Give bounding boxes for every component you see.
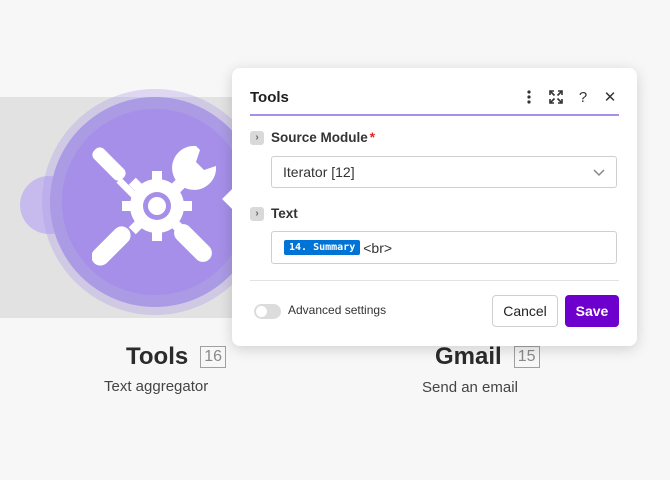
- wrench-screwdriver-gear-icon: [92, 145, 217, 266]
- gmail-module-subtitle: Send an email: [422, 379, 518, 396]
- field-expand-icon[interactable]: ›: [250, 206, 264, 221]
- tools-module-title: Tools 16: [126, 343, 227, 371]
- divider: [250, 280, 619, 281]
- more-vertical-icon[interactable]: [520, 88, 538, 106]
- text-label-text: Text: [271, 206, 298, 221]
- close-icon[interactable]: ✕: [601, 88, 619, 106]
- module-number-badge: 16: [200, 346, 227, 368]
- text-input[interactable]: 14. Summary <br>: [271, 231, 617, 264]
- cancel-button[interactable]: Cancel: [492, 295, 558, 327]
- dialog-title: Tools: [250, 88, 289, 106]
- advanced-settings-label: Advanced settings: [288, 303, 387, 317]
- help-icon[interactable]: ?: [574, 88, 592, 106]
- expand-icon[interactable]: [547, 88, 565, 106]
- module-name: Tools: [126, 343, 189, 370]
- required-marker: *: [369, 130, 376, 145]
- tools-module-subtitle: Text aggregator: [104, 378, 209, 395]
- toggle-knob: [256, 306, 267, 317]
- chevron-down-icon: [593, 169, 605, 177]
- gmail-module-title: Gmail 15: [435, 343, 540, 371]
- advanced-settings-toggle[interactable]: [254, 304, 281, 319]
- field-expand-icon[interactable]: ›: [250, 130, 264, 145]
- source-module-label: › Source Module *: [250, 130, 375, 145]
- source-module-select[interactable]: Iterator [12]: [271, 156, 617, 188]
- module-settings-dialog: Tools ? ✕ › Source Module * Iterator [12…: [222, 68, 637, 346]
- text-input-value: <br>: [363, 239, 393, 256]
- mapped-variable-pill[interactable]: 14. Summary: [284, 240, 361, 255]
- module-name: Gmail: [435, 343, 502, 370]
- source-module-label-text: Source Module: [271, 130, 368, 145]
- save-button[interactable]: Save: [565, 295, 619, 327]
- dialog-header: Tools ? ✕: [250, 80, 619, 116]
- module-number-badge: 15: [513, 346, 540, 368]
- source-module-value: Iterator [12]: [283, 164, 355, 180]
- text-label: › Text: [250, 206, 298, 221]
